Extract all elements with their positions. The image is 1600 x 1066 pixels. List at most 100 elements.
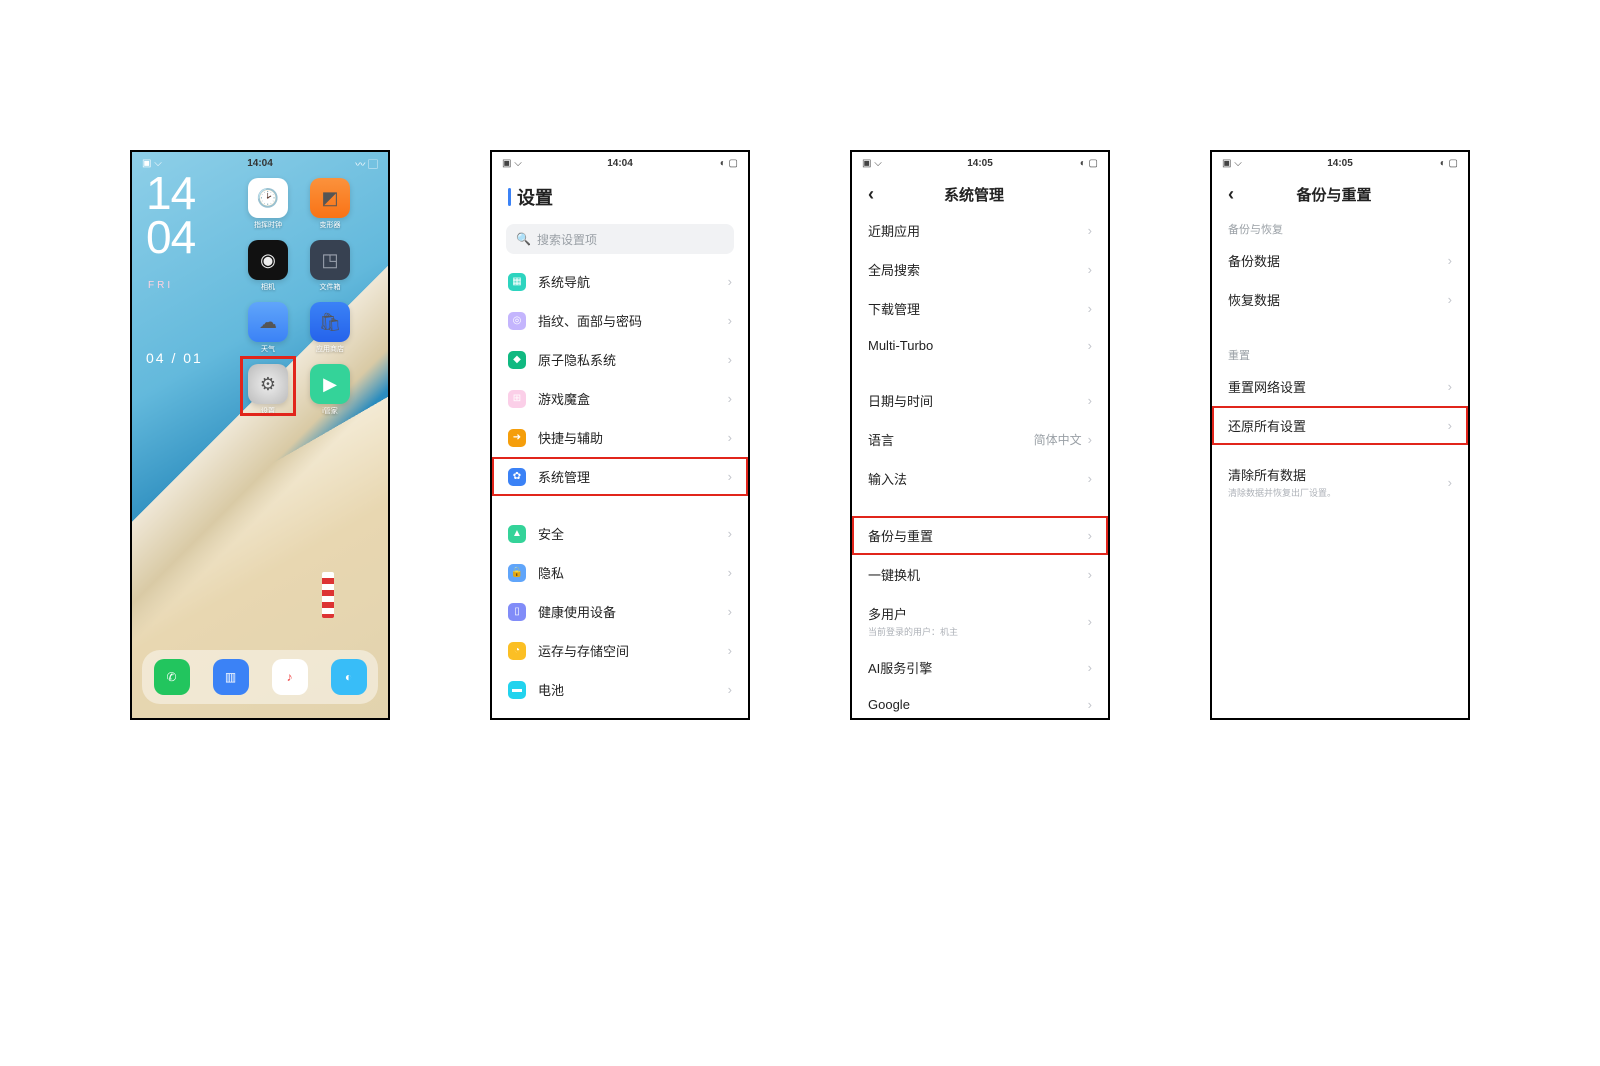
row-label: 多用户 (868, 604, 1088, 623)
dock-icon-browser[interactable]: ◐ (331, 659, 367, 695)
chevron-right-icon: › (1088, 528, 1092, 543)
app-icon-cube[interactable]: ◩ (310, 178, 350, 218)
row-label: 语言 (868, 430, 1034, 449)
row-gamebox[interactable]: ⊞游戏魔盒› (492, 379, 748, 418)
chevron-right-icon: › (728, 391, 732, 406)
row-multi-user[interactable]: 多用户 当前登录的用户：机主 › (852, 594, 1108, 648)
row-google[interactable]: Google› (852, 687, 1108, 718)
settings-list: ▦系统导航› ◎指纹、面部与密码› ◆原子隐私系统› ⊞游戏魔盒› ➜快捷与辅助… (492, 262, 748, 709)
row-shortcuts[interactable]: ➜快捷与辅助› (492, 418, 748, 457)
app-label-settings: 设置 (238, 406, 298, 416)
dock-icon-files[interactable]: ▥ (213, 659, 249, 695)
row-subtitle: 当前登录的用户：机主 (868, 625, 1088, 638)
row-global-search[interactable]: 全局搜索› (852, 250, 1108, 289)
app-label-clock: 指挥时钟 (238, 220, 298, 230)
section-gap (492, 496, 748, 514)
row-download-manager[interactable]: 下载管理› (852, 289, 1108, 328)
chevron-right-icon: › (1088, 301, 1092, 316)
app-icon-weather[interactable]: ☁ (248, 302, 288, 342)
app-icon-clock[interactable]: 🕑 (248, 178, 288, 218)
row-health[interactable]: ▯健康使用设备› (492, 592, 748, 631)
row-label: 恢复数据 (1228, 290, 1448, 309)
app-label-box: 文件箱 (300, 282, 360, 292)
row-backup-data[interactable]: 备份数据› (1212, 241, 1468, 280)
row-recent-apps[interactable]: 近期应用› (852, 211, 1108, 250)
chevron-right-icon: › (728, 430, 732, 445)
page-title: 设置 (517, 184, 553, 210)
row-restore-data[interactable]: 恢复数据› (1212, 280, 1468, 319)
search-input[interactable]: 🔍 搜索设置项 (506, 224, 734, 254)
chevron-right-icon: › (1088, 223, 1092, 238)
row-security[interactable]: ▲安全› (492, 514, 748, 553)
pie-icon: ◔ (508, 642, 526, 660)
app-icon-box[interactable]: ◳ (310, 240, 350, 280)
row-label: Google (868, 697, 1088, 712)
home-wallpaper: 14 04 FRI 04 / 01 🕑 指挥时钟 ◩ 变形器 ◉ 相机 ◳ 文件… (132, 152, 388, 718)
row-ime[interactable]: 输入法› (852, 459, 1108, 498)
row-privacy[interactable]: 🔒隐私› (492, 553, 748, 592)
chevron-right-icon: › (728, 682, 732, 697)
row-fingerprint[interactable]: ◎指纹、面部与密码› (492, 301, 748, 340)
row-reset-all-settings[interactable]: 还原所有设置› (1212, 406, 1468, 445)
clock-date: 04 / 01 (146, 350, 203, 366)
shield-icon: ▲ (508, 525, 526, 543)
row-label: 一键换机 (868, 565, 1088, 584)
app-icon-camera[interactable]: ◉ (248, 240, 288, 280)
row-backup-reset[interactable]: 备份与重置› (852, 516, 1108, 555)
row-label: 还原所有设置 (1228, 416, 1448, 435)
sysmgmt-body: ‹ 系统管理 近期应用› 全局搜索› 下载管理› Multi-Turbo› 日期… (852, 174, 1108, 718)
phone-settings-root: ▣ ⌵ 14:04 ◐ ▢ 设置 🔍 搜索设置项 ▦系统导航› ◎指纹、面部与密… (490, 150, 750, 720)
page-title: 系统管理 (856, 184, 1092, 205)
section-header-reset: 重置 (1212, 337, 1468, 367)
row-label: 重置网络设置 (1228, 377, 1448, 396)
row-datetime[interactable]: 日期与时间› (852, 381, 1108, 420)
lock-icon: 🔒 (508, 564, 526, 582)
row-language[interactable]: 语言简体中文 › (852, 420, 1108, 459)
title-accent (508, 188, 511, 206)
chevron-right-icon: › (728, 352, 732, 367)
battery-icon: ▬ (508, 681, 526, 699)
chevron-right-icon: › (1088, 262, 1092, 277)
row-label: 游戏魔盒 (538, 389, 728, 408)
row-battery[interactable]: ▬电池› (492, 670, 748, 709)
row-system-navigation[interactable]: ▦系统导航› (492, 262, 748, 301)
chevron-right-icon: › (1448, 379, 1452, 394)
row-multi-turbo[interactable]: Multi-Turbo› (852, 328, 1108, 363)
chevron-right-icon: › (728, 274, 732, 289)
app-label-weather: 天气 (238, 344, 298, 354)
dock-icon-music[interactable]: ♪ (272, 659, 308, 695)
shield-icon: ◆ (508, 351, 526, 369)
row-reset-network[interactable]: 重置网络设置› (1212, 367, 1468, 406)
search-icon: 🔍 (516, 232, 531, 246)
fingerprint-icon: ◎ (508, 312, 526, 330)
page-title: 备份与重置 (1216, 184, 1452, 205)
row-phone-clone[interactable]: 一键换机› (852, 555, 1108, 594)
row-value: 简体中文 (1034, 431, 1082, 448)
dock-icon-phone[interactable]: ✆ (154, 659, 190, 695)
chevron-right-icon: › (1088, 432, 1092, 447)
phone-backup-reset: ▣ ⌵ 14:05 ◐ ▢ ‹ 备份与重置 备份与恢复 备份数据› 恢复数据› … (1210, 150, 1470, 720)
wallpaper-lighthouse (322, 572, 334, 618)
row-label: 清除所有数据 (1228, 465, 1448, 484)
chevron-right-icon: › (1448, 418, 1452, 433)
row-ai-engine[interactable]: AI服务引擎› (852, 648, 1108, 687)
row-label: 系统管理 (538, 467, 728, 486)
row-atom-privacy[interactable]: ◆原子隐私系统› (492, 340, 748, 379)
app-icon-store[interactable]: 🛍 (310, 302, 350, 342)
app-icon-settings[interactable]: ⚙ (248, 364, 288, 404)
row-erase-all-data[interactable]: 清除所有数据 清除数据并恢复出厂设置。 › (1212, 455, 1468, 509)
row-subtitle: 清除数据并恢复出厂设置。 (1228, 486, 1448, 499)
row-storage[interactable]: ◔运存与存储空间› (492, 631, 748, 670)
row-label: 隐私 (538, 563, 728, 582)
app-icon-imanager[interactable]: ▶ (310, 364, 350, 404)
section-gap (852, 498, 1108, 516)
nav-icon: ▦ (508, 273, 526, 291)
section-gap (1212, 319, 1468, 337)
status-time: 14:05 (852, 158, 1108, 169)
row-system-management[interactable]: ✿系统管理› (492, 457, 748, 496)
chevron-right-icon: › (1088, 660, 1092, 675)
section-gap (1212, 445, 1468, 455)
phone-homescreen: ▣ ⌵ 14:04 〰 ▢ 14 04 FRI 04 / 01 🕑 指挥时钟 ◩… (130, 150, 390, 720)
chevron-right-icon: › (1448, 253, 1452, 268)
row-label: 健康使用设备 (538, 602, 728, 621)
